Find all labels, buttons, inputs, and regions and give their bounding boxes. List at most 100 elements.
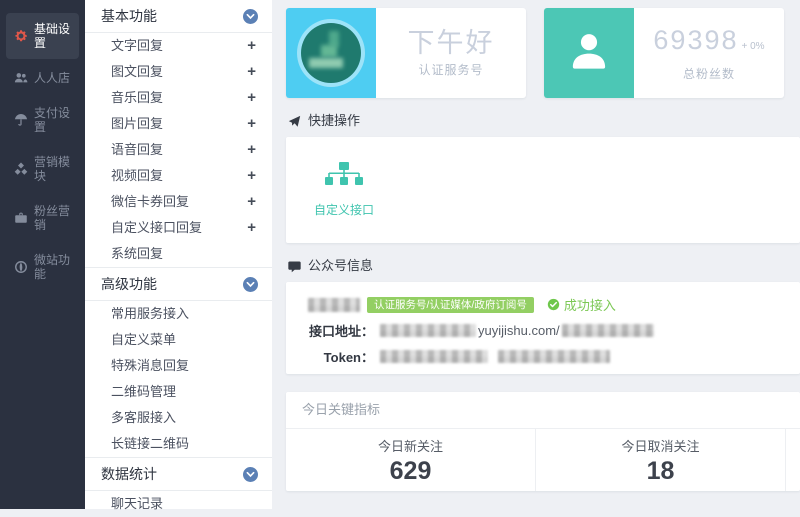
plus-icon[interactable]: +	[247, 219, 256, 237]
umbrella-icon	[14, 113, 28, 127]
greeting-card: 下午好 认证服务号	[286, 8, 526, 98]
custom-api-label: 自定义接口	[314, 201, 374, 218]
submenu-item-special-message-reply[interactable]: 特殊消息回复	[85, 353, 272, 379]
submenu-item-picture-reply[interactable]: 图片回复 +	[85, 111, 272, 137]
sidebar-item-label: 人人店	[34, 71, 70, 85]
avatar	[301, 23, 361, 83]
metric-value: 629	[390, 458, 432, 485]
menu-section-advanced-functions[interactable]: 高级功能	[85, 267, 272, 301]
chevron-circle-down-icon[interactable]	[243, 467, 258, 482]
section-title: 数据统计	[101, 465, 157, 483]
sidebar-item-basic-settings[interactable]: 基础设置	[6, 13, 79, 59]
fans-label: 总粉丝数	[683, 65, 735, 82]
submenu-item-multi-customer-service[interactable]: 多客服接入	[85, 405, 272, 431]
sidebar-item-payment-settings[interactable]: 支付设置	[6, 97, 79, 143]
quick-actions-card: 自定义接口	[286, 137, 800, 243]
fans-delta: + 0%	[742, 41, 765, 52]
plus-icon[interactable]: +	[247, 63, 256, 81]
fans-text-block: 69398 + 0% 总粉丝数	[634, 8, 784, 98]
plus-icon[interactable]: +	[247, 89, 256, 107]
submenu-item-music-reply[interactable]: 音乐回复 +	[85, 85, 272, 111]
metrics-title: 今日关键指标	[286, 392, 800, 429]
gear-icon	[14, 29, 28, 43]
submenu-item-system-reply[interactable]: 系统回复	[85, 241, 272, 267]
api-url-visible: yuyijishu.com/	[478, 323, 560, 338]
api-url-row: 接口地址： yuyijishu.com/	[286, 321, 800, 340]
paper-plane-icon	[288, 115, 301, 128]
fans-icon-tile	[544, 8, 634, 98]
metrics-card: 今日关键指标 今日新关注 629 今日取消关注 18	[286, 392, 800, 491]
submenu-item-image-text-reply[interactable]: 图文回复 +	[85, 59, 272, 85]
submenu-item-common-service-access[interactable]: 常用服务接入	[85, 301, 272, 327]
fans-count: 69398	[653, 25, 738, 55]
account-info-card: 认证服务号/认证媒体/政府订阅号 成功接入 接口地址： yuyijishu.co…	[286, 282, 800, 374]
redacted-url-suffix	[562, 324, 654, 337]
submenu-item-custom-api-reply[interactable]: 自定义接口回复 +	[85, 215, 272, 241]
account-type-text: 认证服务号	[418, 61, 483, 78]
redacted-account-name	[308, 298, 360, 312]
token-row: Token：	[286, 347, 800, 366]
metric-unfollows: 今日取消关注 18	[536, 429, 786, 491]
submenu-item-video-reply[interactable]: 视频回复 +	[85, 163, 272, 189]
submenu-item-custom-menu[interactable]: 自定义菜单	[85, 327, 272, 353]
section-title: 高级功能	[101, 275, 157, 293]
briefcase-icon	[14, 211, 28, 225]
menu-section-basic-functions[interactable]: 基本功能	[85, 0, 272, 33]
plus-icon[interactable]: +	[247, 115, 256, 133]
metric-label: 今日取消关注	[621, 436, 699, 455]
plus-icon[interactable]: +	[247, 167, 256, 185]
primary-sidebar: 基础设置 人人店 支付设置 营销模块 粉丝营销	[0, 0, 85, 509]
account-type-badge: 认证服务号/认证媒体/政府订阅号	[367, 297, 534, 313]
api-url-label: 接口地址：	[286, 321, 374, 340]
plus-icon[interactable]: +	[247, 141, 256, 159]
metric-label: 今日新关注	[378, 436, 443, 455]
sidebar-item-label: 支付设置	[34, 106, 77, 134]
submenu-item-long-link-qrcode[interactable]: 长链接二维码	[85, 431, 272, 457]
users-icon	[14, 71, 28, 85]
sidebar-item-renren-shop[interactable]: 人人店	[6, 62, 79, 94]
greeting-text-block: 下午好 认证服务号	[376, 8, 526, 98]
fans-card: 69398 + 0% 总粉丝数	[544, 8, 784, 98]
greeting-text: 下午好	[408, 28, 495, 58]
redacted-url-prefix	[380, 324, 476, 337]
redacted-token-part1	[380, 350, 488, 363]
sidebar-item-microsite[interactable]: 微站功能	[6, 244, 79, 290]
comment-icon	[288, 260, 301, 273]
metric-column-stub	[786, 429, 800, 491]
sidebar-item-label: 粉丝营销	[34, 204, 77, 232]
submenu-item-voice-reply[interactable]: 语音回复 +	[85, 137, 272, 163]
submenu-item-chat-records[interactable]: 聊天记录	[85, 491, 272, 517]
metrics-body: 今日新关注 629 今日取消关注 18	[286, 429, 800, 491]
sitemap-icon	[325, 162, 363, 192]
cubes-icon	[14, 162, 28, 176]
redacted-token-part2	[498, 350, 610, 363]
sidebar-item-label: 基础设置	[34, 22, 77, 50]
metric-new-follows: 今日新关注 629	[286, 429, 536, 491]
menu-section-data-statistics[interactable]: 数据统计	[85, 457, 272, 491]
sidebar-item-label: 营销模块	[34, 155, 77, 183]
account-identity-row: 认证服务号/认证媒体/政府订阅号 成功接入	[286, 295, 800, 314]
plus-icon[interactable]: +	[247, 193, 256, 211]
chevron-circle-down-icon[interactable]	[243, 9, 258, 24]
submenu-item-wechat-card-reply[interactable]: 微信卡券回复 +	[85, 189, 272, 215]
account-avatar-tile	[286, 8, 376, 98]
quick-actions-title: 快捷操作	[288, 112, 800, 130]
plus-icon[interactable]: +	[247, 37, 256, 55]
secondary-menu: 基本功能 文字回复 + 图文回复 + 音乐回复 + 图片回复 + 语音回复 + …	[85, 0, 272, 509]
overview-cards-row: 下午好 认证服务号 69398 + 0% 总粉丝数	[286, 8, 800, 98]
connection-status: 成功接入	[547, 295, 616, 314]
submenu-item-qrcode-management[interactable]: 二维码管理	[85, 379, 272, 405]
metric-value: 18	[647, 458, 675, 485]
sidebar-item-fan-marketing[interactable]: 粉丝营销	[6, 195, 79, 241]
chevron-circle-down-icon[interactable]	[243, 277, 258, 292]
custom-api-action[interactable]: 自定义接口	[314, 162, 374, 218]
token-label: Token：	[286, 347, 374, 366]
section-title: 基本功能	[101, 7, 157, 25]
globe-icon	[14, 260, 28, 274]
submenu-item-text-reply[interactable]: 文字回复 +	[85, 33, 272, 59]
sidebar-item-marketing-modules[interactable]: 营销模块	[6, 146, 79, 192]
app-window: 基础设置 人人店 支付设置 营销模块 粉丝营销	[0, 0, 800, 509]
account-info-title: 公众号信息	[288, 257, 800, 275]
fans-count-row: 69398 + 0%	[653, 25, 764, 62]
check-circle-icon	[547, 298, 560, 311]
